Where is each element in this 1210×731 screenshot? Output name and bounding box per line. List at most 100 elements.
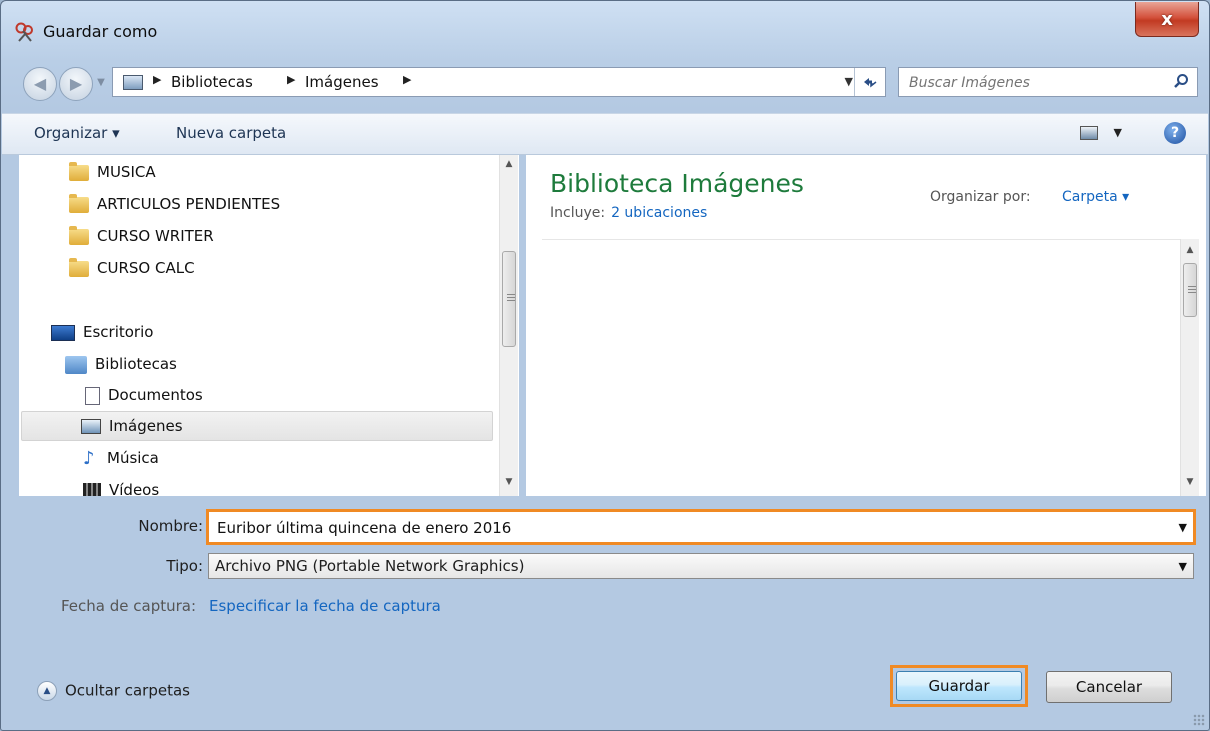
resize-grip[interactable]: [1193, 714, 1205, 726]
grip-line: [507, 297, 515, 298]
title-bar: Guardar como x: [1, 1, 1209, 59]
folder-icon: [69, 257, 89, 277]
file-type-label: Tipo:: [166, 557, 203, 575]
tree-item-escritorio[interactable]: Escritorio: [51, 317, 153, 347]
navigation-pane[interactable]: MUSICA ARTICULOS PENDIENTES CURSO WRITER…: [19, 155, 519, 496]
snipping-tool-icon: [15, 22, 33, 42]
tree-item-label: CURSO CALC: [97, 259, 195, 277]
scroll-down-icon[interactable]: ▼: [1181, 477, 1199, 487]
scroll-thumb[interactable]: [502, 251, 516, 347]
music-icon: ♪: [83, 447, 95, 469]
includes-label: Incluye:: [550, 205, 606, 221]
scroll-thumb[interactable]: [1183, 263, 1197, 317]
navigation-scrollbar[interactable]: ▲ ▼: [499, 155, 518, 496]
file-name-label: Nombre:: [138, 517, 203, 535]
file-list[interactable]: [542, 239, 1182, 496]
save-button[interactable]: Guardar: [896, 671, 1022, 701]
save-button-highlight: Guardar: [890, 665, 1028, 707]
grip-line: [1188, 289, 1196, 290]
address-dropdown-icon[interactable]: ▼: [845, 75, 853, 88]
save-as-dialog: Guardar como x ◀ ▶ ▼ ▶ Bibliotecas ▶ Imá…: [0, 0, 1210, 731]
file-type-value: Archivo PNG (Portable Network Graphics): [215, 557, 525, 575]
new-folder-button[interactable]: Nueva carpeta: [176, 124, 286, 142]
library-includes: Incluye: 2 ubicaciones: [550, 205, 707, 221]
capture-date-label: Fecha de captura:: [61, 597, 197, 615]
arrow-left-icon: ◀: [33, 74, 47, 93]
tree-item-videos[interactable]: Vídeos: [83, 475, 159, 496]
videos-icon: [83, 483, 101, 496]
arrow-right-icon: ▶: [69, 74, 83, 93]
help-icon[interactable]: ?: [1164, 122, 1186, 144]
navigation-bar: ◀ ▶ ▼ ▶ Bibliotecas ▶ Imágenes ▶ ▼: [1, 59, 1209, 105]
breadcrumb-imagenes[interactable]: Imágenes: [305, 73, 379, 91]
tree-item-curso-writer[interactable]: CURSO WRITER: [69, 221, 214, 251]
cancel-button[interactable]: Cancelar: [1046, 671, 1172, 703]
tree-item-label: Imágenes: [109, 417, 183, 435]
tree-item-label: Documentos: [108, 386, 203, 404]
close-icon: x: [1161, 8, 1173, 30]
file-type-select[interactable]: Archivo PNG (Portable Network Graphics) …: [208, 553, 1194, 579]
tree-item-label: ARTICULOS PENDIENTES: [97, 195, 281, 213]
capture-date-link[interactable]: Especificar la fecha de captura: [209, 597, 441, 615]
close-button[interactable]: x: [1135, 2, 1199, 37]
grip-line: [1188, 286, 1196, 287]
arrange-by-label: Organizar por:: [930, 189, 1031, 205]
tree-item-label: Vídeos: [109, 481, 160, 496]
folder-icon: [69, 161, 89, 181]
breadcrumb-arrow-icon[interactable]: ▶: [153, 73, 161, 86]
grip-line: [507, 300, 515, 301]
view-dropdown-icon[interactable]: ▼: [1114, 126, 1122, 139]
chevron-down-icon[interactable]: ▼: [1179, 560, 1187, 573]
tree-item-label: Música: [107, 449, 159, 467]
documents-icon: [85, 386, 100, 405]
organize-menu[interactable]: Organizar ▾: [34, 124, 120, 142]
hide-folders-label: Ocultar carpetas: [65, 681, 190, 700]
library-title: Biblioteca Imágenes: [550, 169, 804, 198]
pictures-library-icon: [123, 75, 143, 90]
window-title: Guardar como: [43, 22, 158, 41]
address-bar[interactable]: ▶ Bibliotecas ▶ Imágenes ▶ ▼: [112, 67, 886, 97]
tree-item-articulos-pendientes[interactable]: ARTICULOS PENDIENTES: [69, 189, 280, 219]
tree-item-documentos[interactable]: Documentos: [85, 380, 203, 410]
grip-line: [1188, 292, 1196, 293]
tree-item-label: CURSO WRITER: [97, 227, 214, 245]
pictures-icon: [81, 419, 101, 434]
locations-link[interactable]: 2 ubicaciones: [611, 205, 707, 221]
folder-icon: [69, 193, 89, 213]
recent-pages-dropdown[interactable]: ▼: [94, 71, 108, 95]
breadcrumb-arrow-icon[interactable]: ▶: [287, 73, 295, 86]
libraries-icon: [65, 355, 87, 374]
breadcrumb-arrow-icon[interactable]: ▶: [403, 73, 411, 86]
tree-item-musica[interactable]: MUSICA: [69, 157, 156, 187]
refresh-icon: [864, 77, 877, 88]
change-view-icon[interactable]: [1080, 126, 1098, 140]
forward-button[interactable]: ▶: [59, 67, 93, 101]
tree-item-label: Escritorio: [83, 323, 154, 341]
search-box[interactable]: [898, 67, 1198, 97]
file-name-input[interactable]: [215, 515, 1159, 541]
tree-item-curso-calc[interactable]: CURSO CALC: [69, 253, 195, 283]
command-bar: Organizar ▾ Nueva carpeta ▼ ?: [2, 113, 1208, 155]
tree-item-musica-library[interactable]: ♪ Música: [83, 443, 159, 473]
scroll-up-icon[interactable]: ▲: [500, 159, 518, 169]
search-icon[interactable]: [1173, 73, 1189, 89]
file-name-combobox[interactable]: ▼: [206, 509, 1196, 545]
search-input[interactable]: [907, 71, 1161, 95]
tree-item-bibliotecas[interactable]: Bibliotecas: [65, 349, 177, 379]
content-pane: Biblioteca Imágenes Incluye: 2 ubicacione…: [526, 155, 1206, 496]
tree-item-label: MUSICA: [97, 163, 156, 181]
breadcrumb-bibliotecas[interactable]: Bibliotecas: [171, 73, 253, 91]
hide-folders-button[interactable]: ▲ Ocultar carpetas: [37, 681, 190, 701]
tree-item-label: Bibliotecas: [95, 355, 177, 373]
collapse-up-icon: ▲: [37, 681, 57, 701]
folder-icon: [69, 225, 89, 245]
content-scrollbar[interactable]: ▲ ▼: [1180, 239, 1199, 496]
scroll-up-icon[interactable]: ▲: [1181, 245, 1199, 255]
back-button[interactable]: ◀: [23, 67, 57, 101]
chevron-down-icon[interactable]: ▼: [1179, 521, 1187, 534]
refresh-button[interactable]: [854, 68, 885, 96]
scroll-down-icon[interactable]: ▼: [500, 477, 518, 487]
tree-item-imagenes[interactable]: Imágenes: [81, 411, 183, 441]
desktop-icon: [51, 324, 75, 341]
arrange-by-dropdown[interactable]: Carpeta ▾: [1062, 189, 1129, 205]
